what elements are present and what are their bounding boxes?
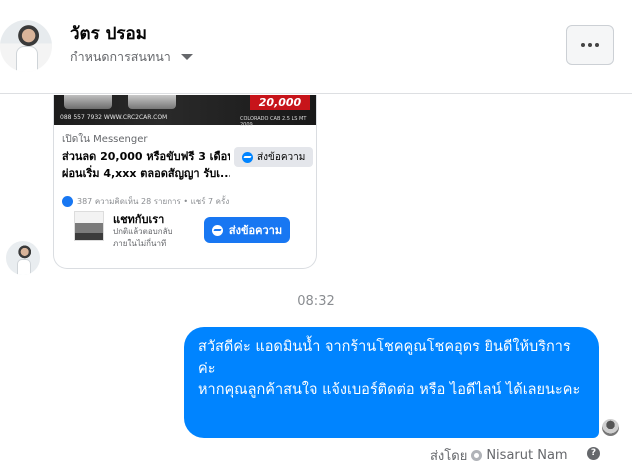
message-timestamp: 08:32 xyxy=(297,294,335,309)
car-image xyxy=(64,95,112,109)
dot-icon xyxy=(581,43,585,47)
send-message-label: ส่งข้อความ xyxy=(228,224,283,237)
price-badge: 20,000 xyxy=(250,95,310,110)
contact-name[interactable]: วัตร ปรอม xyxy=(70,20,147,47)
sent-by-info: ส่งโดย Nisarut Nam xyxy=(430,445,568,466)
response-time-text: ปกติแล้วตอบกลับ ภายในไม่กี่นาที xyxy=(113,226,173,250)
user-icon xyxy=(471,450,483,461)
like-icon xyxy=(62,196,73,207)
response-time-line: ภายในไม่กี่นาที xyxy=(113,239,167,248)
post-stats: 387 ความคิดเห็น 28 รายการ • แชร์ 7 ครั้ง xyxy=(62,195,316,208)
help-icon[interactable]: ? xyxy=(587,447,600,460)
dot-icon xyxy=(588,43,592,47)
conversation-settings-label: กำหนดการสนทนา xyxy=(70,49,171,64)
post-title-line: ส่วนลด 20,000 หรือขับฟรี 3 เดือน xyxy=(62,150,230,163)
send-message-button-small[interactable]: ส่งข้อความ xyxy=(234,147,314,167)
post-title-line: ผ่อนเริ่ม 4,xxx ตลอดสัญญา รับเ... xyxy=(62,167,230,180)
seen-avatar-icon xyxy=(602,419,619,436)
post-title[interactable]: ส่วนลด 20,000 หรือขับฟรี 3 เดือน ผ่อนเริ… xyxy=(62,148,230,182)
chat-with-us-box: แชทกับเรา ปกติแล้วตอบกลับ ภายในไม่กี่นาท… xyxy=(70,209,290,249)
conversation-header: วัตร ปรอม กำหนดการสนทนา xyxy=(0,0,632,94)
caret-down-icon xyxy=(180,54,193,60)
post-image: 20,000 088 557 7932 WWW.CRC2CAR.COM COLO… xyxy=(54,95,316,128)
image-model-text: COLORADO CAB 2.5 LS MT 2009 xyxy=(240,116,307,128)
message-text: สวัสดีค่ะ แอดมินน้ำ จากร้านโชคคูณโชคอุดร… xyxy=(198,339,581,398)
conversation-settings-dropdown[interactable]: กำหนดการสนทนา xyxy=(70,47,193,67)
contact-avatar[interactable] xyxy=(0,20,52,72)
page-thumbnail xyxy=(74,211,104,241)
contact-avatar-small[interactable] xyxy=(6,241,40,275)
open-in-messenger-label: เปิดใน Messenger xyxy=(62,134,148,145)
more-options-button[interactable] xyxy=(566,25,614,65)
messenger-icon xyxy=(242,151,253,163)
image-phone-text: 088 557 7932 WWW.CRC2CAR.COM xyxy=(60,114,168,121)
shared-post-card[interactable]: 20,000 088 557 7932 WWW.CRC2CAR.COM COLO… xyxy=(53,95,317,269)
sent-by-label: ส่งโดย xyxy=(430,449,468,464)
send-message-label: ส่งข้อความ xyxy=(257,151,306,163)
dot-icon xyxy=(595,43,599,47)
sent-message-bubble[interactable]: สวัสดีค่ะ แอดมินน้ำ จากร้านโชคคูณโชคอุดร… xyxy=(184,327,599,438)
response-time-line: ปกติแล้วตอบกลับ xyxy=(113,227,173,236)
sender-name[interactable]: Nisarut Nam xyxy=(486,448,567,463)
post-stats-text: 387 ความคิดเห็น 28 รายการ • แชร์ 7 ครั้ง xyxy=(77,197,230,206)
car-image xyxy=(128,95,176,109)
messenger-icon xyxy=(211,224,223,236)
send-message-button[interactable]: ส่งข้อความ xyxy=(204,217,290,243)
